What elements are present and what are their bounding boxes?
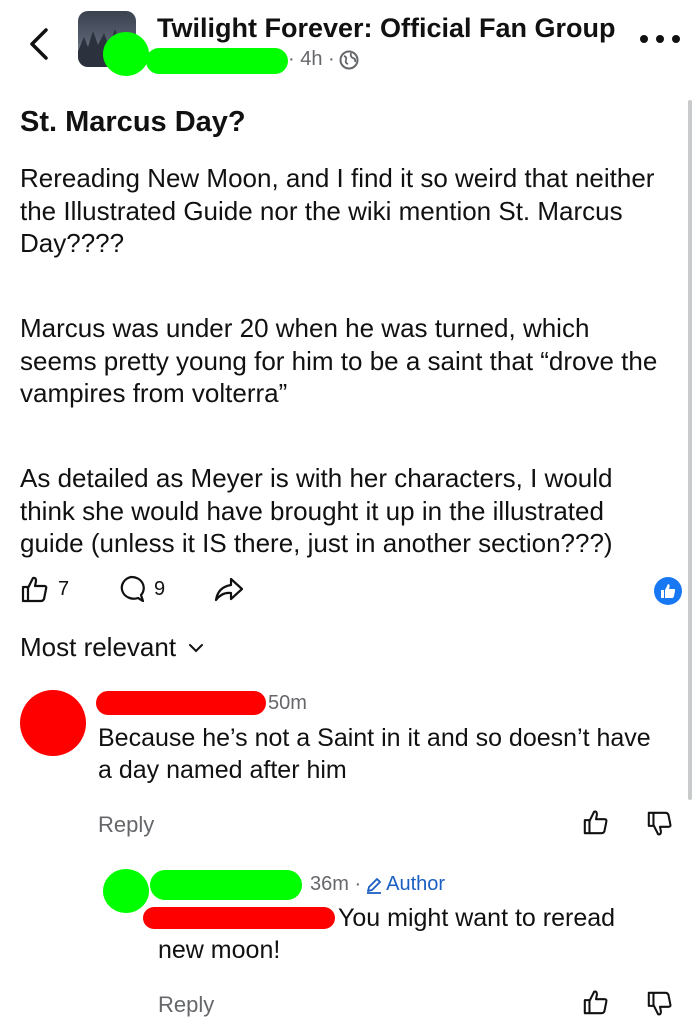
author-badge: Author	[365, 873, 445, 896]
comment-1-text: Because he’s not a Saint in it and so do…	[98, 724, 651, 784]
thumbs-up-icon	[21, 576, 48, 603]
thumbs-up-icon	[583, 810, 608, 835]
like-button[interactable]: 7	[20, 574, 69, 604]
more-options-button[interactable]	[640, 24, 680, 54]
comment-2-text: You might want to reread	[338, 904, 616, 932]
comment-2-reply-button[interactable]: Reply	[158, 992, 214, 1018]
chevron-down-icon	[189, 643, 204, 652]
post-title: St. Marcus Day?	[20, 106, 246, 138]
comment-1-reply-button[interactable]: Reply	[98, 812, 154, 838]
poster-avatar-redacted	[103, 32, 149, 76]
group-name[interactable]: Twilight Forever: Official Fan Group	[157, 13, 616, 44]
post-time: · 4h ·	[288, 48, 335, 70]
comment-count: 9	[154, 577, 166, 600]
comment-2-meta: 36m · Author	[310, 873, 445, 896]
comment-2-dislike-button[interactable]	[646, 990, 674, 1023]
comment-1-like-button[interactable]	[582, 808, 610, 841]
commenter-name-redacted	[96, 691, 266, 715]
reply-avatar-redacted	[103, 869, 149, 913]
comment-2-time: 36m ·	[310, 873, 362, 895]
sort-dropdown[interactable]: Most relevant	[20, 632, 204, 663]
share-arrow-icon	[214, 577, 244, 602]
comment-1-time: 50m	[268, 692, 307, 714]
more-icon	[640, 35, 648, 43]
like-reaction-icon	[654, 577, 682, 605]
mention-redacted	[143, 907, 335, 929]
thumbs-up-icon	[583, 990, 608, 1015]
back-chevron-icon	[30, 28, 48, 60]
post-paragraph-1: Rereading New Moon, and I find it so wei…	[20, 163, 655, 258]
commenter-avatar-redacted	[20, 690, 86, 756]
comment-1-dislike-button[interactable]	[646, 810, 674, 843]
sort-label: Most relevant	[20, 632, 177, 662]
comment-2-like-button[interactable]	[582, 988, 610, 1021]
like-count: 7	[58, 577, 70, 600]
reply-name-redacted	[150, 870, 302, 900]
pencil-icon	[367, 877, 382, 894]
comment-button[interactable]: 9	[116, 574, 165, 604]
globe-icon	[339, 50, 359, 69]
back-button[interactable]	[22, 22, 58, 66]
thumbs-down-icon	[647, 991, 672, 1016]
comment-2-text-line2: new moon!	[158, 936, 281, 964]
post-paragraph-3: As detailed as Meyer is with her charact…	[20, 463, 613, 558]
author-label: Author	[386, 873, 446, 895]
post-paragraph-2: Marcus was under 20 when he was turned, …	[20, 313, 658, 408]
poster-name-redacted	[146, 48, 288, 74]
scrollbar[interactable]	[688, 100, 692, 800]
share-button[interactable]	[213, 574, 245, 604]
post-meta: · 4h ·	[288, 48, 359, 71]
comment-bubble-icon	[120, 575, 145, 603]
thumbs-down-icon	[647, 811, 672, 836]
